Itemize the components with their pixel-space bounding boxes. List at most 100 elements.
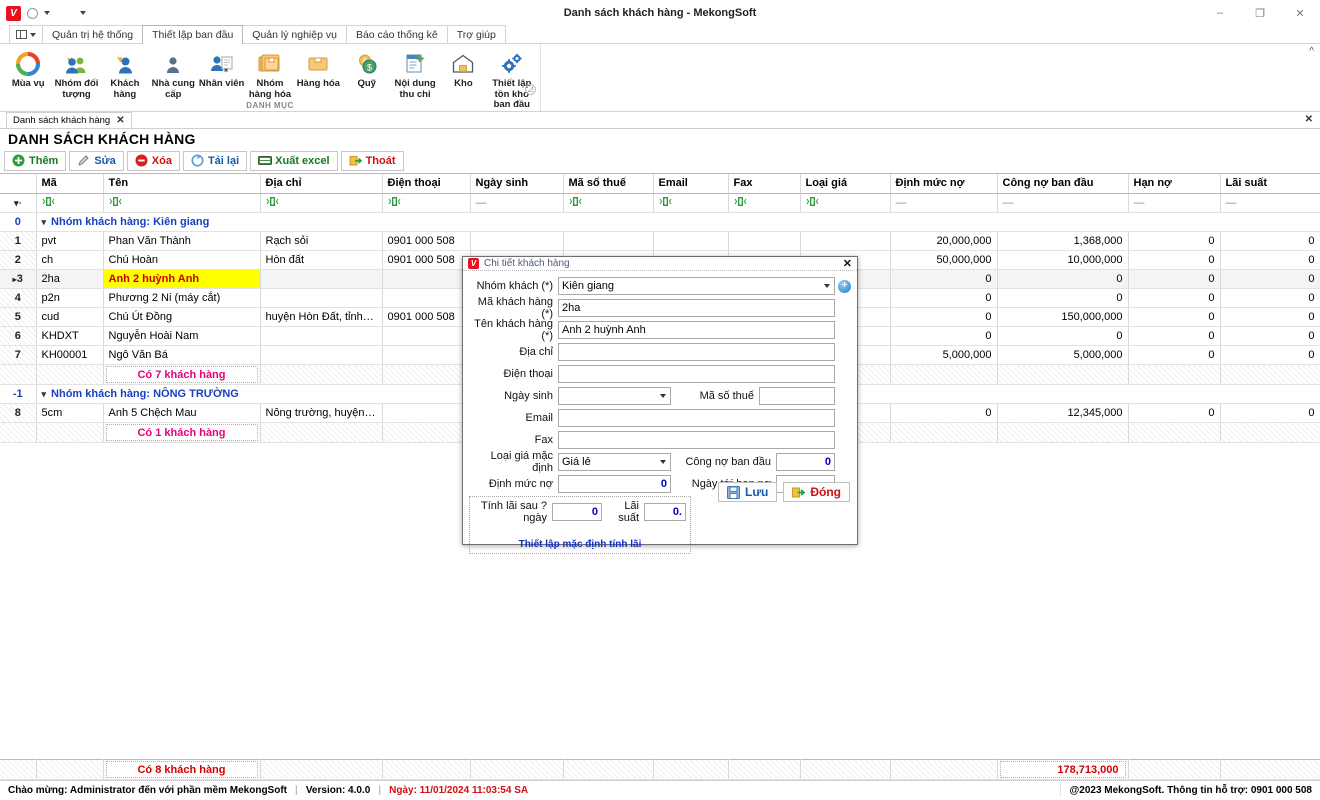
- row-index[interactable]: 1: [0, 232, 36, 251]
- filter-dash[interactable]: —: [1134, 197, 1145, 209]
- add-button[interactable]: Thêm: [4, 151, 66, 171]
- ribbon-item-kho[interactable]: Kho: [439, 47, 487, 90]
- filter-cell-email[interactable]: [653, 194, 728, 213]
- ribbon-tab-thiet-lap-ban-dau[interactable]: Thiết lập ban đầu: [142, 25, 243, 44]
- column-header-loaigia[interactable]: Loại giá: [800, 174, 890, 194]
- filter-icon[interactable]: [388, 196, 401, 207]
- dialog-close-button[interactable]: Đóng: [783, 482, 850, 502]
- close-button[interactable]: ✕: [1280, 0, 1320, 26]
- column-header-fax[interactable]: Fax: [728, 174, 800, 194]
- column-header-hanno[interactable]: Hạn nợ: [1128, 174, 1220, 194]
- email-input[interactable]: [558, 409, 835, 427]
- dialog-close-icon[interactable]: ✕: [843, 257, 852, 270]
- minimize-button[interactable]: –: [1200, 0, 1240, 26]
- loai-gia-select[interactable]: Giá lẻ: [558, 453, 671, 471]
- save-button[interactable]: Lưu: [718, 482, 777, 502]
- ribbon-item-nhan-vien[interactable]: Nhân viên: [197, 47, 245, 90]
- filter-cell-hanno[interactable]: —: [1128, 194, 1220, 213]
- dinh-muc-no-input[interactable]: 0: [558, 475, 671, 493]
- filter-cell-masothue[interactable]: [563, 194, 653, 213]
- interest-default-setup-link[interactable]: Thiết lập mặc định tính lãi: [470, 539, 690, 550]
- lai-suat-input[interactable]: 0.: [644, 503, 686, 521]
- close-icon[interactable]: ✕: [116, 115, 124, 126]
- filter-dash[interactable]: —: [476, 197, 487, 209]
- ma-so-thue-input[interactable]: [759, 387, 835, 405]
- row-index[interactable]: ▸3: [0, 270, 36, 289]
- filter-icon[interactable]: [266, 196, 279, 207]
- group-header-row[interactable]: 0▾Nhóm khách hàng: Kiên giang: [0, 213, 1320, 232]
- column-header-congnobandau[interactable]: Công nợ ban đầu: [997, 174, 1128, 194]
- dia-chi-input[interactable]: [558, 343, 835, 361]
- qat-circle-icon[interactable]: [27, 8, 38, 19]
- filter-icon[interactable]: [659, 196, 672, 207]
- filter-icon[interactable]: [569, 196, 582, 207]
- ribbon-item-mua-vu[interactable]: Mùa vụ: [4, 47, 52, 90]
- table-row[interactable]: 1pvtPhan Văn ThànhRạch sỏi0901 000 50820…: [0, 232, 1320, 251]
- collapse-chevron-icon[interactable]: ▾: [42, 389, 47, 399]
- column-header-dinhmucno[interactable]: Định mức nợ: [890, 174, 997, 194]
- tinh-lai-input[interactable]: 0: [552, 503, 602, 521]
- document-tab-danh-sach-khach-hang[interactable]: Danh sách khách hàng ✕: [6, 112, 132, 128]
- filter-dash[interactable]: —: [896, 197, 907, 209]
- ribbon-tab-tro-giup[interactable]: Trợ giúp: [447, 25, 506, 43]
- collapse-chevron-icon[interactable]: ▾: [42, 217, 47, 227]
- ribbon-tab-quan-ly-nghiep-vu[interactable]: Quản lý nghiệp vụ: [242, 25, 347, 43]
- filter-cell-ma[interactable]: [36, 194, 103, 213]
- row-index[interactable]: 6: [0, 327, 36, 346]
- filter-cell-fax[interactable]: [728, 194, 800, 213]
- ribbon-item-hang-hoa[interactable]: Hàng hóa: [294, 47, 342, 90]
- filter-cell-diachi[interactable]: [260, 194, 382, 213]
- row-index[interactable]: 2: [0, 251, 36, 270]
- filter-row-header[interactable]: ▾⋅: [0, 194, 36, 213]
- filter-dash[interactable]: —: [1226, 197, 1237, 209]
- ribbon-tab-bao-cao-thong-ke[interactable]: Báo cáo thống kê: [346, 25, 448, 43]
- ten-khach-hang-input[interactable]: Anh 2 huỳnh Anh: [558, 321, 835, 339]
- export-excel-button[interactable]: Xuất excel: [250, 151, 337, 171]
- filter-cell-congnobandau[interactable]: —: [997, 194, 1128, 213]
- edit-button[interactable]: Sửa: [69, 151, 123, 171]
- filter-cell-dinhmucno[interactable]: —: [890, 194, 997, 213]
- ribbon-group-dialog-launcher-icon[interactable]: ◿: [525, 84, 536, 95]
- filter-cell-dienthoai[interactable]: [382, 194, 470, 213]
- ribbon-item-nhom-hang-hoa[interactable]: Nhóm hàng hóa: [246, 47, 294, 100]
- chevron-down-icon[interactable]: [44, 11, 50, 15]
- ribbon-tab-panel-toggle[interactable]: [9, 25, 43, 43]
- row-index[interactable]: 5: [0, 308, 36, 327]
- column-header-ngaysinh[interactable]: Ngày sinh: [470, 174, 563, 194]
- filter-cell-ngaysinh[interactable]: —: [470, 194, 563, 213]
- filter-icon[interactable]: [109, 196, 122, 207]
- dien-thoai-input[interactable]: [558, 365, 835, 383]
- exit-button[interactable]: Thoát: [341, 151, 404, 171]
- close-all-tabs-icon[interactable]: ✕: [1305, 114, 1313, 125]
- filter-icon[interactable]: [42, 196, 55, 207]
- column-header-diachi[interactable]: Địa chỉ: [260, 174, 382, 194]
- filter-cell-ten[interactable]: [103, 194, 260, 213]
- group-header-cell[interactable]: ▾Nhóm khách hàng: Kiên giang: [36, 213, 1320, 232]
- ribbon-item-nhom-doi-tuong[interactable]: Nhóm đối tượng: [52, 47, 100, 100]
- column-header-ma[interactable]: Mã: [36, 174, 103, 194]
- column-header-ten[interactable]: Tên: [103, 174, 260, 194]
- ngay-sinh-datepicker[interactable]: [558, 387, 671, 405]
- delete-button[interactable]: Xóa: [127, 151, 180, 171]
- column-header-dienthoai[interactable]: Điện thoại: [382, 174, 470, 194]
- row-index[interactable]: 8: [0, 404, 36, 423]
- filter-icon[interactable]: [806, 196, 819, 207]
- column-header-email[interactable]: Email: [653, 174, 728, 194]
- maximize-button[interactable]: ❐: [1240, 0, 1280, 26]
- filter-dash[interactable]: —: [1003, 197, 1014, 209]
- filter-cell-loaigia[interactable]: [800, 194, 890, 213]
- ma-khach-hang-input[interactable]: 2ha: [558, 299, 835, 317]
- fax-input[interactable]: [558, 431, 835, 449]
- row-index[interactable]: 4: [0, 289, 36, 308]
- qat-customize-icon[interactable]: [80, 11, 86, 15]
- nhom-khach-select[interactable]: Kiên giang: [558, 277, 835, 295]
- reload-button[interactable]: Tải lại: [183, 151, 247, 171]
- ribbon-tab-quan-tri-he-thong[interactable]: Quản trị hệ thống: [42, 25, 143, 43]
- row-index[interactable]: 7: [0, 346, 36, 365]
- ribbon-item-nha-cung-cap[interactable]: Nhà cung cấp: [149, 47, 197, 100]
- ribbon-item-noi-dung-thu-chi[interactable]: Nội dung thu chi: [391, 47, 439, 100]
- column-header-laisuat[interactable]: Lãi suất: [1220, 174, 1320, 194]
- ribbon-item-quy[interactable]: € $ Quỹ: [343, 47, 391, 90]
- column-header-masothue[interactable]: Mã số thuế: [563, 174, 653, 194]
- cong-no-ban-dau-input[interactable]: 0: [776, 453, 835, 471]
